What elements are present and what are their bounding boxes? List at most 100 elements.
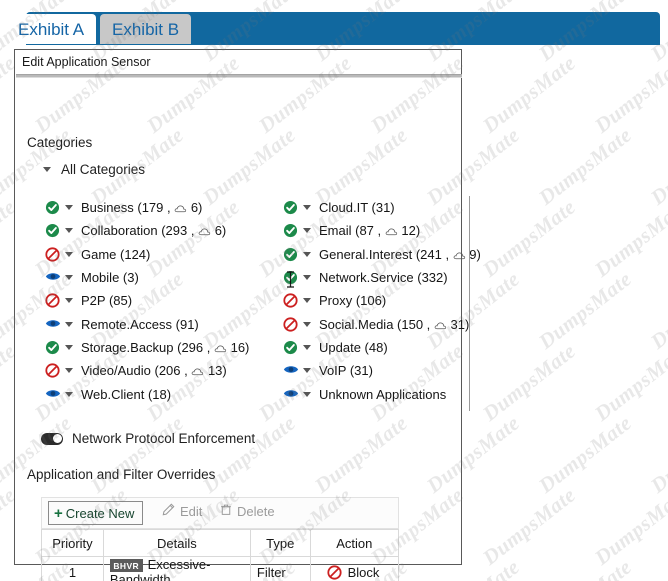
edit-application-sensor-panel: Edit Application Sensor Categories All C… (14, 49, 462, 565)
category-dropdown-caret-icon[interactable] (300, 345, 314, 350)
header-type: Type (250, 530, 310, 557)
eye-icon[interactable] (283, 363, 300, 378)
category-dropdown-caret-icon[interactable] (300, 298, 314, 303)
category-dropdown-caret-icon[interactable] (300, 322, 314, 327)
category-dropdown-caret-icon[interactable] (300, 392, 314, 397)
allow-check-icon[interactable] (283, 340, 300, 355)
block-icon[interactable] (45, 293, 62, 308)
category-row-proxy[interactable]: Proxy (106) (283, 289, 463, 312)
category-row-remote-access[interactable]: Remote.Access (91) (45, 312, 285, 335)
category-row-game[interactable]: Game (124) (45, 243, 285, 266)
category-dropdown-caret-icon[interactable] (300, 368, 314, 373)
allow-check-icon[interactable] (283, 270, 300, 285)
category-label: Network.Service (332) (319, 270, 448, 285)
action-label: Block (348, 565, 380, 580)
tab-exhibit-b[interactable]: Exhibit B (100, 14, 191, 44)
block-icon[interactable] (45, 363, 62, 378)
tab-exhibit-a[interactable]: Exhibit A (6, 14, 96, 44)
category-row-web-client[interactable]: Web.Client (18) (45, 382, 285, 405)
column-divider (469, 196, 470, 411)
all-categories-label: All Categories (61, 162, 145, 177)
category-dropdown-caret-icon[interactable] (62, 345, 76, 350)
category-label: VoIP (31) (319, 363, 373, 378)
category-row-update[interactable]: Update (48) (283, 336, 463, 359)
header-details: Details (103, 530, 250, 557)
category-row-unknown-applications[interactable]: Unknown Applications (283, 382, 463, 405)
allow-check-icon[interactable] (283, 247, 300, 262)
category-label: General.Interest (241 , 9) (319, 247, 481, 262)
pencil-icon (162, 503, 175, 519)
category-label: Unknown Applications (319, 387, 446, 402)
category-dropdown-caret-icon[interactable] (62, 205, 76, 210)
category-label: Game (124) (81, 247, 150, 262)
category-row-p2p[interactable]: P2P (85) (45, 289, 285, 312)
block-icon[interactable] (283, 317, 300, 332)
category-dropdown-caret-icon[interactable] (62, 228, 76, 233)
category-dropdown-caret-icon[interactable] (62, 252, 76, 257)
allow-check-icon[interactable] (283, 200, 300, 215)
category-dropdown-caret-icon[interactable] (300, 205, 314, 210)
cell-action: Block (310, 557, 398, 581)
category-row-business[interactable]: Business (179 , 6) (45, 196, 285, 219)
category-row-cloud-it[interactable]: Cloud.IT (31) (283, 196, 463, 219)
table-body: 1BHVRExcessive-BandwidthFilterBlock2VEND… (42, 557, 399, 581)
panel-title-divider (16, 74, 462, 78)
block-icon[interactable] (283, 293, 300, 308)
header-priority: Priority (42, 530, 104, 557)
categories-column-right: Cloud.IT (31) Email (87 , 12)General.Inte… (283, 196, 463, 406)
category-label: Social.Media (150 , 31) (319, 317, 469, 332)
allow-check-icon[interactable] (45, 223, 62, 238)
overrides-heading: Application and Filter Overrides (27, 467, 215, 482)
tab-exhibit-a-label: Exhibit A (18, 20, 84, 39)
create-new-button[interactable]: + Create New (48, 501, 143, 525)
category-label: Mobile (3) (81, 270, 139, 285)
category-row-collaboration[interactable]: Collaboration (293 , 6) (45, 219, 285, 242)
category-label: Web.Client (18) (81, 387, 171, 402)
eye-icon[interactable] (45, 387, 62, 402)
category-dropdown-caret-icon[interactable] (300, 252, 314, 257)
header-action: Action (310, 530, 398, 557)
category-dropdown-caret-icon[interactable] (62, 392, 76, 397)
network-protocol-enforcement-row[interactable]: Network Protocol Enforcement (41, 431, 255, 446)
eye-icon[interactable] (283, 387, 300, 402)
allow-check-icon[interactable] (45, 340, 62, 355)
category-dropdown-caret-icon[interactable] (300, 228, 314, 233)
category-row-social-media[interactable]: Social.Media (150 , 31) (283, 312, 463, 335)
network-protocol-enforcement-toggle[interactable] (41, 433, 63, 445)
delete-button: Delete (220, 503, 275, 519)
table-row[interactable]: 1BHVRExcessive-BandwidthFilterBlock (42, 557, 399, 581)
create-new-label: Create New (66, 506, 135, 521)
category-row-general-interest[interactable]: General.Interest (241 , 9) (283, 243, 463, 266)
category-label: P2P (85) (81, 293, 132, 308)
category-row-email[interactable]: Email (87 , 12) (283, 219, 463, 242)
category-label: Cloud.IT (31) (319, 200, 395, 215)
overrides-table: Priority Details Type Action 1BHVRExcess… (41, 529, 399, 581)
category-row-network-service[interactable]: Network.Service (332) (283, 266, 463, 289)
category-row-voip[interactable]: VoIP (31) (283, 359, 463, 382)
category-row-storage-backup[interactable]: Storage.Backup (296 , 16) (45, 336, 285, 359)
network-protocol-enforcement-label: Network Protocol Enforcement (72, 431, 255, 446)
category-row-video-audio[interactable]: Video/Audio (206 , 13) (45, 359, 285, 382)
category-row-mobile[interactable]: Mobile (3) (45, 266, 285, 289)
overrides-toolbar: + Create New Edit (41, 497, 399, 529)
category-dropdown-caret-icon[interactable] (62, 275, 76, 280)
tab-exhibit-b-label: Exhibit B (112, 20, 179, 39)
block-icon[interactable] (45, 247, 62, 262)
category-label: Proxy (106) (319, 293, 386, 308)
allow-check-icon[interactable] (45, 200, 62, 215)
allow-check-icon[interactable] (283, 223, 300, 238)
category-dropdown-caret-icon[interactable] (62, 322, 76, 327)
all-categories-row[interactable]: All Categories (43, 162, 145, 177)
category-dropdown-caret-icon[interactable] (300, 275, 314, 280)
panel-title: Edit Application Sensor (22, 55, 151, 69)
eye-icon[interactable] (45, 270, 62, 285)
screenshot-root: Exhibit A Exhibit B Edit Application Sen… (0, 0, 668, 581)
categories-heading: Categories (27, 135, 92, 150)
eye-icon[interactable] (45, 317, 62, 332)
cell-details: BHVRExcessive-Bandwidth (103, 557, 250, 581)
category-dropdown-caret-icon[interactable] (62, 368, 76, 373)
block-icon (327, 565, 342, 580)
category-label: Update (48) (319, 340, 388, 355)
category-dropdown-caret-icon[interactable] (62, 298, 76, 303)
category-label: Collaboration (293 , 6) (81, 223, 226, 238)
